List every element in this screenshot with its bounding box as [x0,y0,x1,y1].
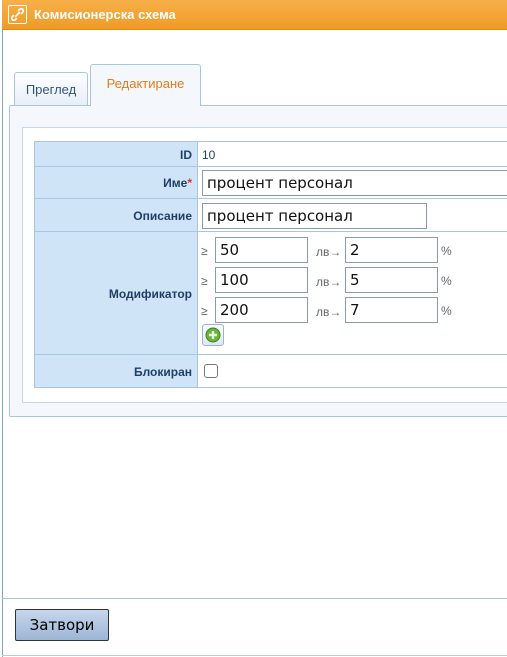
name-row: Име* [34,166,507,199]
arrow-icon: → [329,305,342,319]
link-icon [8,5,27,24]
tier-percent-input[interactable] [345,237,438,263]
id-row: ID 10 [34,141,507,167]
description-input[interactable] [202,203,427,229]
bottom-border [2,655,507,656]
tier-unit-text: лв [316,305,330,319]
id-value: 10 [202,148,216,162]
tier-unit: лв→ [316,245,341,259]
tier-amount-input[interactable] [215,267,308,293]
dialog-title: Комисионерска схема [34,7,176,22]
id-label-text: ID [180,148,192,162]
tab-view[interactable]: Преглед [14,72,88,105]
tier-unit-text: лв [316,245,330,259]
name-label: Име* [34,166,198,199]
required-mark: * [187,176,192,190]
arrow-icon: → [329,275,342,289]
tier-unit-text: лв [316,275,330,289]
modifier-label-text: Модификатор [108,287,192,301]
close-button[interactable]: Затвори [15,609,109,641]
tier-percent-input[interactable] [345,297,438,323]
modifier-value-cell: ≥ лв→ % ≥ лв→ % ≥ лв→ % [198,231,507,355]
tier-op: ≥ [201,244,208,258]
modifier-row: Модификатор ≥ лв→ % ≥ лв→ % ≥ лв→ % [34,231,507,355]
name-input[interactable] [202,170,507,196]
blocked-label: Блокиран [34,354,198,388]
percent-sign: % [441,304,452,318]
name-label-text: Име [163,176,188,190]
dialog-titlebar: Комисионерска схема [2,0,507,30]
description-label-text: Описание [133,209,192,223]
blocked-checkbox[interactable] [204,364,218,378]
tab-edit[interactable]: Редактиране [90,64,201,106]
blocked-value-cell [198,354,507,388]
add-tier-button[interactable] [202,324,224,346]
footer-divider [2,598,507,599]
description-label: Описание [34,198,198,232]
description-value-cell [198,198,507,232]
percent-sign: % [441,244,452,258]
tier-percent-input[interactable] [345,267,438,293]
tier-op: ≥ [201,274,208,288]
plus-circle-icon [205,327,221,343]
tier-amount-input[interactable] [215,237,308,263]
arrow-icon: → [329,245,342,259]
tier-unit: лв→ [316,275,341,289]
id-label: ID [34,141,198,167]
blocked-row: Блокиран [34,354,507,388]
name-value-cell [198,166,507,199]
description-row: Описание [34,198,507,232]
id-value-cell: 10 [198,141,507,167]
percent-sign: % [441,274,452,288]
tier-unit: лв→ [316,305,341,319]
modifier-label: Модификатор [34,231,198,355]
tier-op: ≥ [201,304,208,318]
tier-amount-input[interactable] [215,297,308,323]
blocked-label-text: Блокиран [133,365,192,379]
